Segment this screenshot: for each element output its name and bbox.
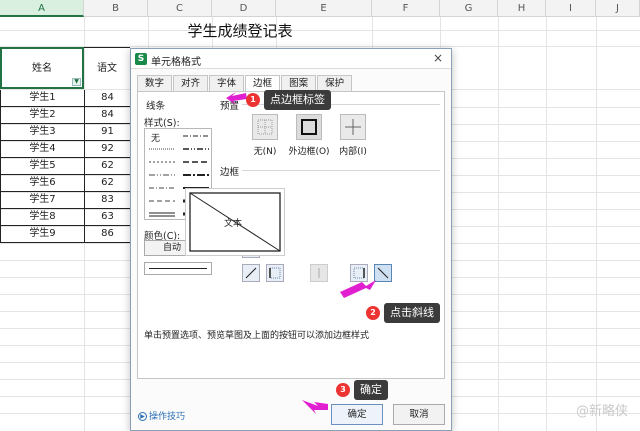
score-cell[interactable]: 86 xyxy=(84,226,130,243)
score-cell[interactable]: 91 xyxy=(84,124,130,141)
play-icon: ▶ xyxy=(138,412,147,421)
app-logo-icon: S xyxy=(135,53,147,65)
name-cell[interactable]: 学生1 xyxy=(0,90,84,107)
border-right-button[interactable] xyxy=(350,264,368,282)
line-group-label: 线条 xyxy=(146,101,166,112)
border-left-button[interactable] xyxy=(266,264,284,282)
step-3-badge: 3 xyxy=(336,383,350,397)
step-3-callout: 确定 xyxy=(354,380,388,400)
tab-pattern[interactable]: 图案 xyxy=(281,75,317,91)
score-cell[interactable]: 62 xyxy=(84,158,130,175)
tips-link[interactable]: ▶ 操作技巧 xyxy=(138,409,185,422)
tab-protection[interactable]: 保护 xyxy=(317,75,353,91)
tips-label: 操作技巧 xyxy=(149,412,186,422)
sheet-title[interactable]: 学生成绩登记表 xyxy=(150,20,330,41)
border-diagonal-down-button[interactable] xyxy=(374,264,392,282)
score-cell[interactable]: 63 xyxy=(84,209,130,226)
preset-outline-button[interactable] xyxy=(296,114,322,140)
border-group-label: 边框 xyxy=(220,167,240,178)
preset-inside-button[interactable] xyxy=(340,114,366,140)
column-header-d[interactable]: D xyxy=(212,0,276,17)
column-header-a[interactable]: A xyxy=(0,0,84,17)
watermark: @新略侠 xyxy=(575,404,628,419)
step-1-callout: 点边框标签 xyxy=(264,90,331,110)
column-header-b[interactable]: B xyxy=(84,0,148,17)
name-cell[interactable]: 学生3 xyxy=(0,124,84,141)
preset-none-icon xyxy=(257,119,273,135)
column-header-e[interactable]: E xyxy=(276,0,372,17)
close-icon[interactable]: × xyxy=(433,51,443,65)
tab-bar: 数字 对齐 字体 边框 图案 保护 xyxy=(137,75,353,92)
column-header-i[interactable]: I xyxy=(546,0,596,17)
name-cell[interactable]: 学生9 xyxy=(0,226,84,243)
preset-none-button[interactable] xyxy=(252,114,278,140)
diagonal-up-icon xyxy=(245,267,257,279)
header-name-text: 姓名 xyxy=(32,63,52,74)
step-2-callout: 点击斜线 xyxy=(384,303,440,323)
ok-button[interactable]: 确定 xyxy=(331,404,383,425)
score-cell[interactable]: 84 xyxy=(84,107,130,124)
score-cell[interactable]: 83 xyxy=(84,192,130,209)
color-value: 自动 xyxy=(163,243,182,253)
preset-inside-label: 内部(I) xyxy=(339,147,367,157)
column-header-g[interactable]: G xyxy=(440,0,498,17)
preset-inside-icon xyxy=(345,119,361,135)
tab-number[interactable]: 数字 xyxy=(137,75,173,91)
border-left-icon xyxy=(269,267,281,279)
border-inner-vertical-button[interactable] xyxy=(310,264,328,282)
header-cell-name[interactable]: 姓名 ▼ xyxy=(0,47,84,89)
column-header-j[interactable]: J xyxy=(596,0,640,17)
preset-group-label: 预置 xyxy=(220,101,240,112)
column-header-h[interactable]: H xyxy=(498,0,546,17)
column-header-bar: A B C D E F G H I J xyxy=(0,0,640,17)
diagonal-down-icon xyxy=(377,267,389,279)
step-1-badge: 1 xyxy=(246,93,260,107)
name-cell[interactable]: 学生8 xyxy=(0,209,84,226)
border-preview[interactable]: 文本 xyxy=(185,188,285,256)
preview-text: 文本 xyxy=(224,219,243,229)
filter-dropdown-icon[interactable]: ▼ xyxy=(72,78,81,86)
style-label: 样式(S): xyxy=(144,118,180,129)
column-header-f[interactable]: F xyxy=(372,0,440,17)
hint-text: 单击预置选项、预览草图及上面的按钮可以添加边框样式 xyxy=(144,331,370,341)
border-right-icon xyxy=(353,267,365,279)
score-cell[interactable]: 84 xyxy=(84,90,130,107)
tab-font[interactable]: 字体 xyxy=(209,75,245,91)
name-cell[interactable]: 学生4 xyxy=(0,141,84,158)
preset-outline-icon xyxy=(301,119,317,135)
score-cell[interactable]: 62 xyxy=(84,175,130,192)
preset-outline-label: 外边框(O) xyxy=(288,147,330,157)
border-diagonal-up-button[interactable] xyxy=(242,264,260,282)
tab-alignment[interactable]: 对齐 xyxy=(173,75,209,91)
border-tab-panel: 线条 样式(S): 无 颜色(C): 自动 预置 无(N) 外边框(O) 内部(… xyxy=(137,91,445,379)
header-cell-chinese[interactable]: 语文 xyxy=(84,47,130,89)
score-cell[interactable]: 92 xyxy=(84,141,130,158)
cancel-button[interactable]: 取消 xyxy=(393,404,445,425)
name-cell[interactable]: 学生2 xyxy=(0,107,84,124)
dialog-title: 单元格格式 xyxy=(151,57,201,68)
step-2-badge: 2 xyxy=(366,306,380,320)
line-preview-swatch xyxy=(144,262,212,275)
name-cell[interactable]: 学生6 xyxy=(0,175,84,192)
name-cell[interactable]: 学生5 xyxy=(0,158,84,175)
preset-none-label: 无(N) xyxy=(253,147,277,157)
name-cell[interactable]: 学生7 xyxy=(0,192,84,209)
border-inner-vertical-icon xyxy=(318,268,320,278)
dialog-titlebar[interactable]: S 单元格格式 × xyxy=(131,49,451,69)
column-header-c[interactable]: C xyxy=(148,0,212,17)
